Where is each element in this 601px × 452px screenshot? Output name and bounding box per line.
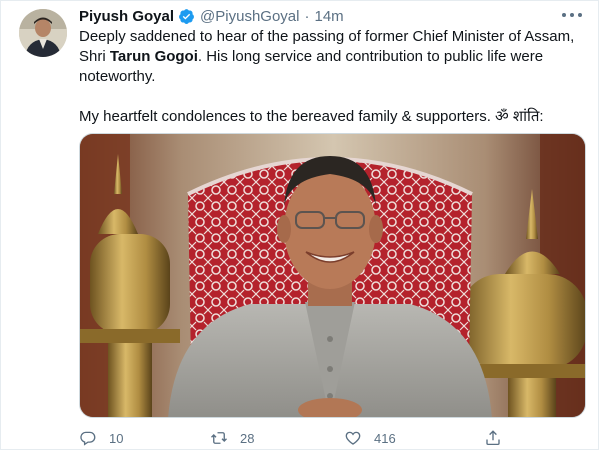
reply-icon	[80, 431, 96, 446]
reply-count: 10	[109, 430, 124, 446]
tweet-text-bold-name: Tarun Gogoi	[109, 48, 198, 65]
verified-badge-icon	[179, 8, 194, 24]
tweet-text: Deeply saddened to hear of the passing o…	[79, 27, 584, 127]
avatar[interactable]	[19, 9, 67, 57]
tweet-actions: 10 28 416	[79, 427, 519, 449]
like-button[interactable]: 416	[344, 427, 396, 449]
heart-icon	[345, 431, 361, 445]
more-options-icon[interactable]	[562, 9, 582, 21]
reply-button[interactable]: 10	[79, 427, 123, 449]
separator-dot: ·	[304, 7, 310, 25]
like-count: 416	[374, 430, 396, 446]
tweet-header: Piyush Goyal @PiyushGoyal · 14m	[79, 5, 344, 27]
author-name[interactable]: Piyush Goyal	[79, 8, 174, 25]
tweet-paragraph-1: Deeply saddened to hear of the passing o…	[79, 27, 584, 87]
retweet-button[interactable]: 28	[210, 427, 254, 449]
retweet-count: 28	[240, 430, 255, 446]
tweet-photo[interactable]	[79, 133, 586, 418]
avatar-photo	[19, 9, 67, 57]
share-icon	[486, 430, 500, 446]
retweet-icon	[211, 432, 227, 444]
share-button[interactable]	[484, 427, 514, 449]
author-handle[interactable]: @PiyushGoyal	[200, 8, 299, 25]
tweet-card[interactable]: Piyush Goyal @PiyushGoyal · 14m Deeply s…	[0, 0, 599, 450]
tweet-timestamp[interactable]: 14m	[314, 8, 343, 25]
tweet-paragraph-2: My heartfelt condolences to the bereaved…	[79, 108, 544, 125]
photo-image	[80, 134, 585, 417]
